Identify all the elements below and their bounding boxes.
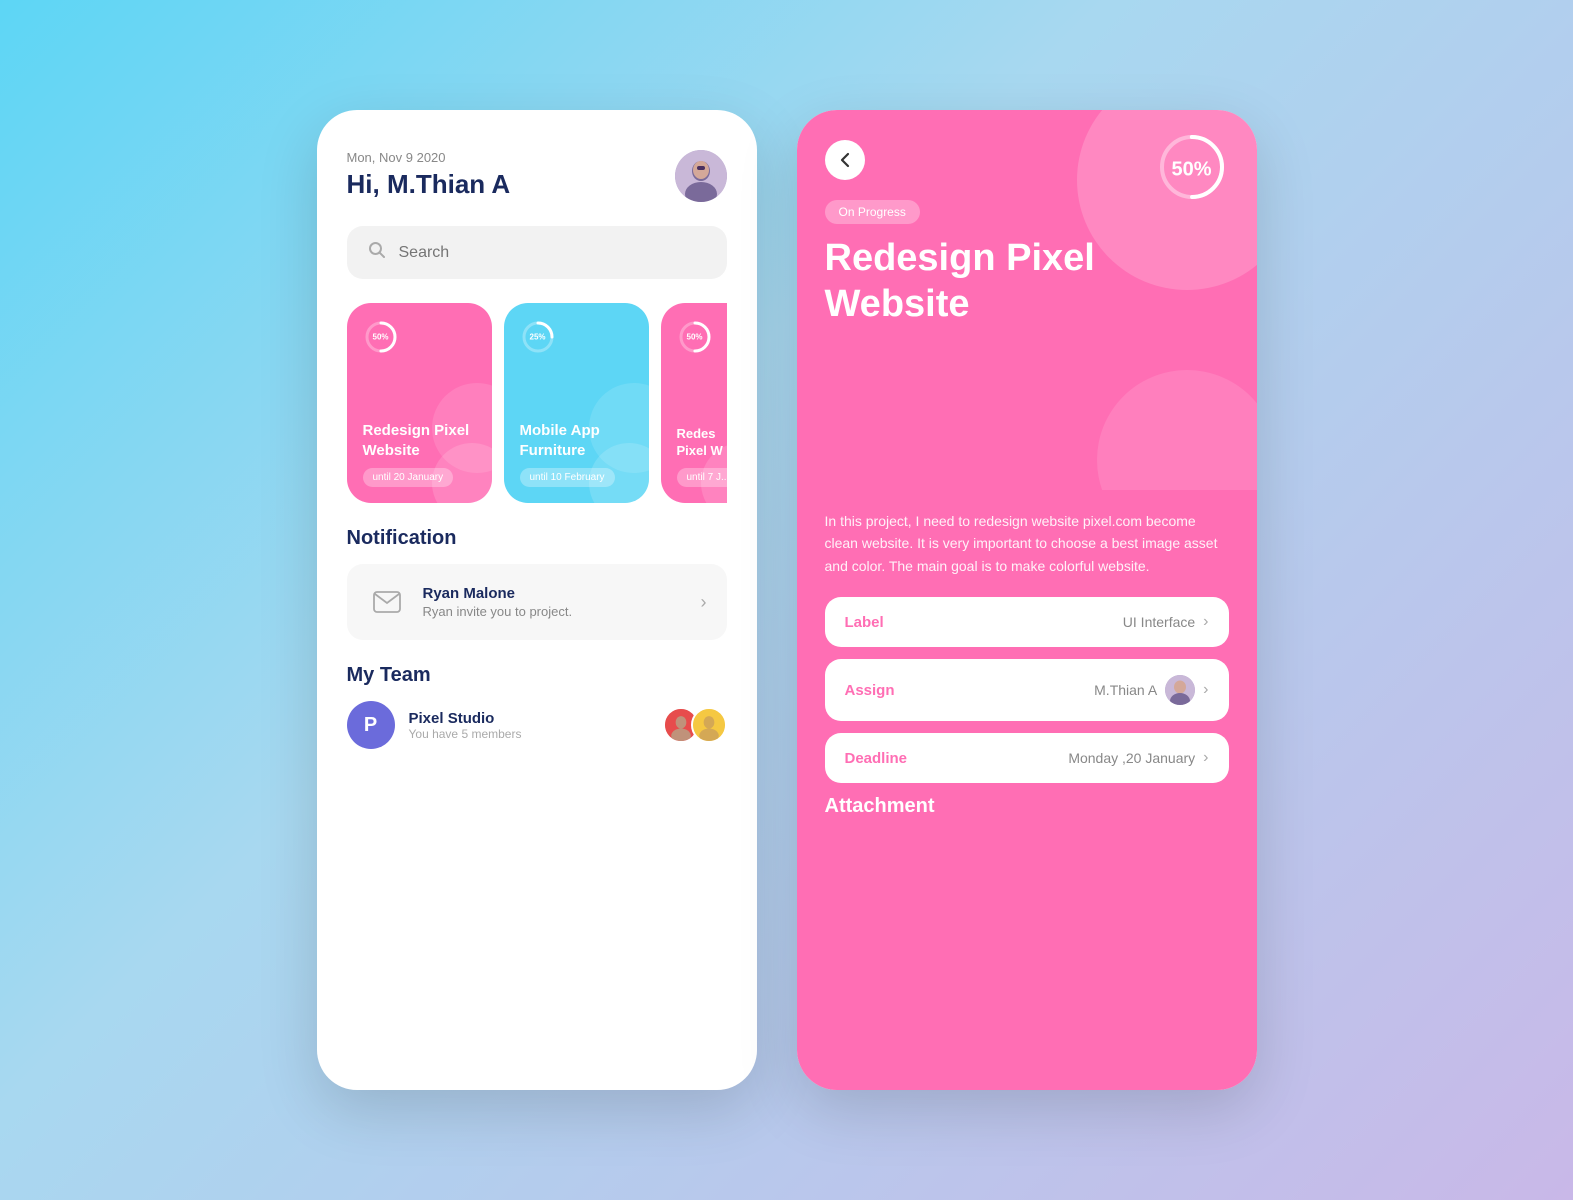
pink-header: 50% On Progress Redesign Pixel Website (797, 110, 1257, 490)
deadline-chevron-icon: › (1203, 749, 1208, 767)
team-logo: P (347, 701, 395, 749)
back-button[interactable] (825, 140, 865, 180)
team-section: My Team P Pixel Studio You have 5 member… (347, 664, 727, 749)
progress-percentage: 50% (1171, 158, 1211, 181)
status-badge: On Progress (825, 200, 920, 224)
right-phone: 50% On Progress Redesign Pixel Website I… (797, 110, 1257, 1090)
team-row: P Pixel Studio You have 5 members (347, 701, 727, 749)
label-value: UI Interface › (1123, 613, 1209, 631)
team-avatars (671, 707, 727, 743)
search-input[interactable] (399, 244, 707, 262)
team-title: My Team (347, 664, 727, 687)
progress-pct-2: 25% (529, 333, 545, 342)
label-chevron-icon: › (1203, 613, 1208, 631)
sender-name: Ryan Malone (423, 585, 573, 602)
assign-avatar (1165, 675, 1195, 705)
team-avatar-2 (691, 707, 727, 743)
notification-chevron-icon[interactable]: › (701, 592, 707, 613)
pink-blob2-decoration (1097, 370, 1257, 490)
user-avatar[interactable] (675, 150, 727, 202)
right-body: In this project, I need to redesign webs… (797, 490, 1257, 1090)
deadline-value: Monday ,20 January › (1068, 749, 1208, 767)
progress-pct-1: 50% (372, 333, 388, 342)
notification-title: Notification (347, 527, 727, 550)
search-icon (367, 240, 387, 265)
notification-content: Ryan Malone Ryan invite you to project. (423, 585, 573, 619)
mail-icon (367, 582, 407, 622)
progress-pct-3: 50% (686, 333, 702, 342)
project-card-3[interactable]: 50% Redes Pixel W until 7 J... (661, 303, 727, 503)
detail-row-label[interactable]: Label UI Interface › (825, 597, 1229, 647)
header-section: Mon, Nov 9 2020 Hi, M.Thian A (347, 150, 727, 202)
search-bar[interactable] (347, 226, 727, 279)
team-name: Pixel Studio (409, 710, 522, 727)
greeting-label: Hi, M.Thian A (347, 169, 511, 200)
progress-circle-1: 50% (363, 319, 399, 355)
project-card-2[interactable]: 25% Mobile App Furniture until 10 Februa… (504, 303, 649, 503)
detail-row-deadline[interactable]: Deadline Monday ,20 January › (825, 733, 1229, 783)
project-card-1[interactable]: 50% Redesign Pixel Website until 20 Janu… (347, 303, 492, 503)
date-label: Mon, Nov 9 2020 (347, 150, 511, 165)
progress-circle-2: 25% (520, 319, 556, 355)
deadline-key: Deadline (845, 750, 908, 767)
left-phone: Mon, Nov 9 2020 Hi, M.Thian A (317, 110, 757, 1090)
assign-key: Assign (845, 682, 895, 699)
assign-value: M.Thian A › (1094, 675, 1208, 705)
team-members-count: You have 5 members (409, 727, 522, 741)
progress-circle-3: 50% (677, 319, 713, 355)
project-cards-section: 50% Redesign Pixel Website until 20 Janu… (347, 303, 727, 503)
label-key: Label (845, 614, 884, 631)
project-title: Redesign Pixel Website (825, 236, 1229, 327)
detail-row-assign[interactable]: Assign M.Thian A › (825, 659, 1229, 721)
team-info: Pixel Studio You have 5 members (409, 710, 522, 741)
attachment-title: Attachment (825, 795, 1229, 818)
header-text: Mon, Nov 9 2020 Hi, M.Thian A (347, 150, 511, 200)
project-description: In this project, I need to redesign webs… (825, 510, 1229, 577)
notification-message: Ryan invite you to project. (423, 604, 573, 619)
notification-section: Notification Ryan Malone Ryan invite you… (347, 527, 727, 640)
assign-chevron-icon: › (1203, 681, 1208, 699)
notification-card[interactable]: Ryan Malone Ryan invite you to project. … (347, 564, 727, 640)
